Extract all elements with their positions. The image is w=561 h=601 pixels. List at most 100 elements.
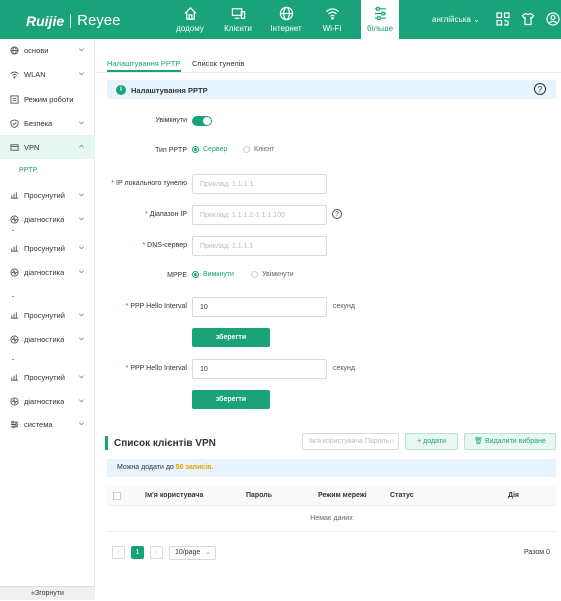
dns-input[interactable] [192,236,327,256]
col-network-mode: Режим мережі [318,492,367,499]
sidebar-item-basics[interactable]: основи [0,38,95,62]
nav-wifi[interactable]: Wi-Fi [314,0,350,39]
qr-code-icon[interactable] [496,12,510,26]
page-button[interactable]: 1 [131,546,144,559]
sidebar-item-label: система [24,419,53,429]
save-button[interactable]: зберегти [192,328,270,347]
shirt-icon[interactable] [521,12,535,26]
delete-selected-button[interactable]: 🗑 Видалити вибране [464,433,556,450]
home-icon [183,7,197,20]
sidebar-subitem-pptp[interactable]: PPTP [19,167,37,174]
notice-prefix: Можна додати до [117,464,174,471]
dns-label-text: DNS-сервер [147,242,187,249]
divider [12,230,14,231]
add-button[interactable]: + додати [405,433,458,450]
sidebar-item-advanced[interactable]: Просунутий [0,183,95,207]
language-label: англійська [432,15,471,24]
local-ip-input[interactable] [192,174,327,194]
sidebar-item-label: Просунутий [24,310,65,320]
panel-header: i Налаштування PPTP ? [107,80,556,99]
user-icon[interactable] [546,12,560,26]
select-all-checkbox[interactable] [113,492,121,500]
radio-label: Сервер [203,146,228,153]
help-icon[interactable]: ? [534,83,546,95]
col-username: Ім'я користувача [145,492,204,499]
sidebar-item-diagnostics[interactable]: діагностика [0,207,95,231]
info-icon: i [116,85,126,95]
sidebar-item-advanced[interactable]: Просунутий [0,365,95,389]
sidebar-item-label: Режим роботи [24,94,74,104]
nav-clients[interactable]: Клієнти [218,0,258,39]
chevron-up-icon [79,144,84,148]
language-selector[interactable]: англійська ⌄ [432,15,480,24]
search-icon: ○ [389,438,394,445]
tab-pptp-settings[interactable]: Налаштування PPTP [107,59,181,68]
type-server-radio[interactable]: Сервер [192,146,227,153]
nav-more[interactable]: більше [361,0,399,39]
page-size-value: 10/page [175,549,201,556]
sidebar-item-label: діагностика [24,396,65,406]
nav-more-label: більше [366,24,394,33]
sidebar-item-label: діагностика [24,267,65,277]
advanced-icon [10,373,19,381]
tab-tunnel-list[interactable]: Список тунелів [192,59,244,68]
tab-divider [96,72,561,73]
delete-selected-label: Видалити вибране [485,438,546,445]
chevron-down-icon: ⌄ [205,549,211,556]
nav-internet-label: Інтернет [270,24,302,33]
chevron-down-icon [79,337,84,341]
chevron-down-icon: ⌄ [473,15,480,24]
diagnostics-icon [10,396,19,406]
mppe-label: MPPE [167,272,187,279]
chevron-down-icon [79,422,84,426]
advanced-icon [10,311,19,319]
dns-label: * DNS-сервер [142,242,187,249]
settings-sliders-icon [374,6,386,21]
ip-range-input[interactable] [192,205,327,225]
sidebar-item-diagnostics[interactable]: діагностика [0,260,95,284]
enable-toggle[interactable] [192,116,212,126]
hello-interval-label-text: PPP Hello Interval [130,365,187,372]
nav-internet[interactable]: Інтернет [264,0,308,39]
unit-label: секунд [333,303,355,310]
sidebar-item-label: WLAN [24,69,46,79]
sidebar-item-work-mode[interactable]: Режим роботи [0,87,95,111]
sidebar-item-vpn[interactable]: VPN [0,135,95,159]
mppe-on-radio[interactable]: Увімкнути [251,271,294,278]
empty-table-message: Немає даних [107,506,556,532]
nav-home[interactable]: додому [170,0,210,39]
client-search-input[interactable]: Ім'я користувача Пароль ○ [302,433,399,450]
sidebar-item-advanced[interactable]: Просунутий [0,303,95,327]
hello-interval-input[interactable] [192,297,327,317]
sidebar-item-security[interactable]: Безпека [0,111,95,135]
wifi-icon [325,8,339,20]
sidebar-item-label: Безпека [24,118,53,128]
chevron-down-icon [79,121,84,125]
collapse-sidebar-button[interactable]: «Згорнути [0,586,95,600]
next-page-button[interactable]: › [150,546,163,559]
hello-interval-label: * PPP Hello Interval [125,303,187,310]
ip-range-label-text: Діапазон IP [149,211,187,218]
wifi-icon [10,71,19,78]
chevron-down-icon [79,313,84,317]
brand-logo: Ruijie Reyee [26,12,120,29]
save-button-2[interactable]: зберегти [192,390,270,409]
sidebar-item-advanced[interactable]: Просунутий [0,236,95,260]
sidebar-item-system[interactable]: система [0,412,95,436]
nav-wifi-label: Wi-Fi [322,24,342,33]
hello-interval-input-2[interactable] [192,359,327,379]
sidebar-item-label: VPN [24,142,40,152]
type-client-radio[interactable]: Клієнт [243,146,274,153]
sidebar-item-diagnostics[interactable]: діагностика [0,389,95,413]
advanced-icon [10,191,19,199]
system-icon [10,420,19,428]
radio-label: Вимкнути [203,271,234,278]
devices-icon [231,8,245,19]
chevron-down-icon [79,217,84,221]
mppe-off-radio[interactable]: Вимкнути [192,271,234,278]
sidebar-item-diagnostics[interactable]: діагностика [0,327,95,351]
help-icon[interactable]: ? [332,209,342,219]
prev-page-button[interactable]: ‹ [112,546,125,559]
sidebar-item-wlan[interactable]: WLAN [0,62,95,86]
page-size-select[interactable]: 10/page ⌄ [169,546,216,560]
